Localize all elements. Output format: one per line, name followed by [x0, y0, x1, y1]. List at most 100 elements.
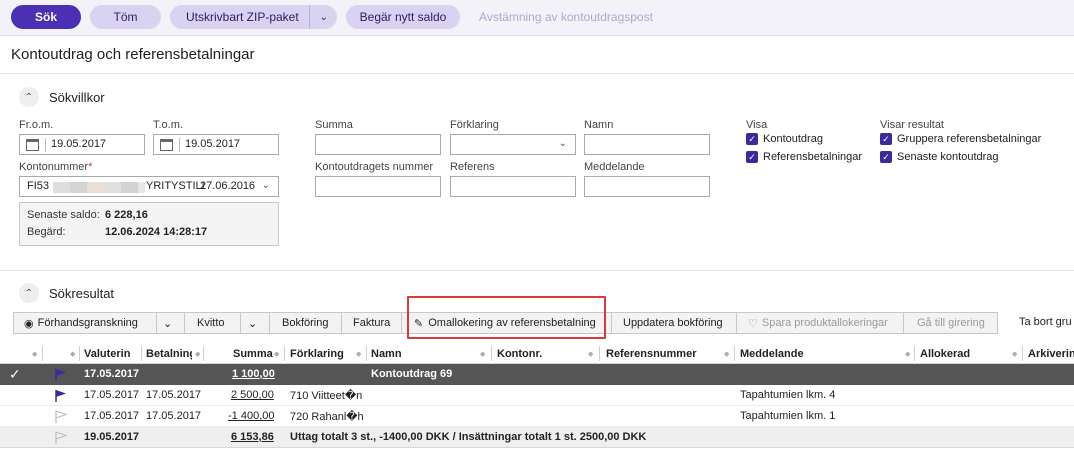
group-references-checkbox[interactable]: ✓ Gruppera referensbetalningar	[880, 133, 1041, 145]
split-divider	[309, 5, 310, 29]
name-input[interactable]	[584, 134, 710, 155]
flag-outline-icon[interactable]	[54, 431, 68, 445]
row-payment-date: 17.05.2017	[146, 389, 202, 401]
col-explanation[interactable]: Förklaring	[290, 348, 344, 360]
message-input[interactable]	[584, 176, 710, 197]
sort-icon[interactable]: ◆	[70, 350, 75, 358]
col-value-date[interactable]: Valuterin	[84, 348, 138, 360]
update-booking-button[interactable]: Uppdatera bokföring	[623, 313, 723, 333]
search-button[interactable]: Sök	[11, 5, 81, 29]
row-value-date: 17.05.2017	[84, 389, 140, 401]
toolbar-divider	[240, 313, 241, 333]
column-divider	[203, 346, 204, 361]
booking-button[interactable]: Bokföring	[282, 313, 328, 333]
to-date-field[interactable]: 19.05.2017	[153, 134, 279, 155]
group-value-date: 17.05.2017	[84, 368, 140, 380]
col-reference-number[interactable]: Referensnummer	[606, 348, 696, 360]
col-allocated[interactable]: Allokerad	[920, 348, 970, 360]
column-divider	[599, 346, 600, 361]
show-references-checkbox[interactable]: ✓ Referensbetalningar	[746, 151, 862, 163]
account-select[interactable]: FI53 YRITYSTILI 27.06.2016 ⌄	[19, 176, 279, 197]
col-archiving[interactable]: Arkivering	[1028, 348, 1074, 360]
check-icon: ✓	[746, 151, 758, 163]
table-row-total[interactable]: 19.05.2017 6 153,86 Uttag totalt 3 st., …	[0, 427, 1074, 448]
toolbar-divider	[269, 313, 270, 333]
calendar-icon[interactable]	[160, 139, 173, 151]
table-row-group[interactable]: ✓ 17.05.2017 1 100,00 Kontoutdrag 69	[0, 364, 1074, 385]
page-title: Kontoutdrag och referensbetalningar	[11, 46, 255, 63]
criteria-header: ⌃ Sökvillkor	[19, 87, 105, 107]
table-row[interactable]: 17.05.2017 17.05.2017 2 500,00 710 Viitt…	[0, 385, 1074, 406]
account-suffix: YRITYSTILI	[146, 180, 205, 192]
sort-icon[interactable]: ◆	[588, 350, 593, 358]
calendar-icon[interactable]	[26, 139, 39, 151]
chevron-down-icon[interactable]: ⌄	[262, 180, 270, 191]
col-message[interactable]: Meddelande	[740, 348, 804, 360]
account-date: 27.06.2016	[200, 180, 256, 192]
row-sum[interactable]: -1 400,00	[228, 410, 274, 422]
account-label-text: Kontonummer	[19, 161, 89, 173]
sort-icon[interactable]: ◆	[905, 350, 910, 358]
check-icon: ✓	[880, 151, 892, 163]
chevron-down-icon[interactable]: ⌄	[163, 313, 172, 333]
save-product-allocations-button: ♡ Spara produktallokeringar	[748, 313, 888, 333]
preview-button[interactable]: ◉ Förhandsgranskning	[24, 313, 138, 333]
row-explanation: 720 Rahanl�he	[290, 411, 364, 423]
checkmark-icon: ✓	[9, 366, 21, 382]
flag-icon[interactable]	[54, 368, 68, 382]
toolbar-divider	[184, 313, 185, 333]
message-label: Meddelande	[584, 161, 645, 173]
total-sum[interactable]: 6 153,86	[231, 431, 274, 443]
invoice-button[interactable]: Faktura	[353, 313, 390, 333]
statement-number-input[interactable]	[315, 176, 441, 197]
remove-group-button[interactable]: Ta bort gru	[1019, 316, 1072, 328]
redacted-block	[138, 182, 145, 193]
show-statements-checkbox[interactable]: ✓ Kontoutdrag	[746, 133, 823, 145]
check-icon: ✓	[746, 133, 758, 145]
group-sum[interactable]: 1 100,00	[232, 368, 275, 380]
sort-icon[interactable]: ◆	[480, 350, 485, 358]
receipt-button[interactable]: Kvitto	[197, 313, 225, 333]
chevron-up-icon[interactable]: ⌃	[19, 87, 39, 107]
sort-icon[interactable]: ◆	[32, 350, 37, 358]
latest-balance-value: 6 228,16	[105, 209, 148, 221]
sort-icon[interactable]: ◆	[195, 350, 200, 358]
table-row[interactable]: 17.05.2017 17.05.2017 -1 400,00 720 Raha…	[0, 406, 1074, 427]
flag-outline-icon[interactable]	[54, 410, 68, 424]
chevron-down-icon[interactable]: ⌄	[559, 138, 567, 149]
redacted-block	[70, 182, 87, 193]
flag-icon[interactable]	[54, 389, 68, 403]
chevron-up-icon[interactable]: ⌃	[19, 283, 39, 303]
toolbar-divider	[903, 313, 904, 333]
chevron-down-icon[interactable]: ⌄	[320, 12, 328, 23]
criteria-title: Sökvillkor	[49, 89, 105, 105]
col-payment-date[interactable]: Betalning	[146, 348, 192, 360]
col-account-number[interactable]: Kontonr.	[497, 348, 542, 360]
sum-label: Summa	[315, 119, 353, 131]
col-sum[interactable]: Summa	[233, 348, 273, 360]
sort-icon[interactable]: ◆	[1012, 350, 1017, 358]
reconcile-button: Avstämning av kontoutdragspost	[476, 5, 656, 29]
explanation-select[interactable]: ⌄	[450, 134, 576, 155]
results-title: Sökresultat	[49, 285, 115, 301]
sort-icon[interactable]: ◆	[724, 350, 729, 358]
col-name[interactable]: Namn	[371, 348, 402, 360]
account-label: Kontonummer*	[19, 161, 92, 173]
show-references-label: Referensbetalningar	[763, 151, 863, 163]
sort-icon[interactable]: ◆	[356, 350, 361, 358]
row-message: Tapahtumien lkm. 1	[740, 410, 836, 422]
request-balance-button[interactable]: Begär nytt saldo	[346, 5, 460, 29]
zip-package-button[interactable]: Utskrivbart ZIP-paket ⌄	[170, 5, 337, 29]
reference-input[interactable]	[450, 176, 576, 197]
chevron-down-icon[interactable]: ⌄	[248, 313, 257, 333]
from-date-field[interactable]: 19.05.2017	[19, 134, 145, 155]
sum-input[interactable]	[315, 134, 441, 155]
eye-icon: ◉	[24, 317, 34, 330]
row-explanation: 710 Viitteet�n s	[290, 390, 364, 402]
clear-button[interactable]: Töm	[90, 5, 161, 29]
latest-statement-checkbox[interactable]: ✓ Senaste kontoutdrag	[880, 151, 999, 163]
redacted-block	[104, 182, 121, 193]
row-sum[interactable]: 2 500,00	[231, 389, 274, 401]
sort-icon[interactable]: ◆	[274, 350, 279, 358]
to-label: T.o.m.	[153, 119, 183, 131]
